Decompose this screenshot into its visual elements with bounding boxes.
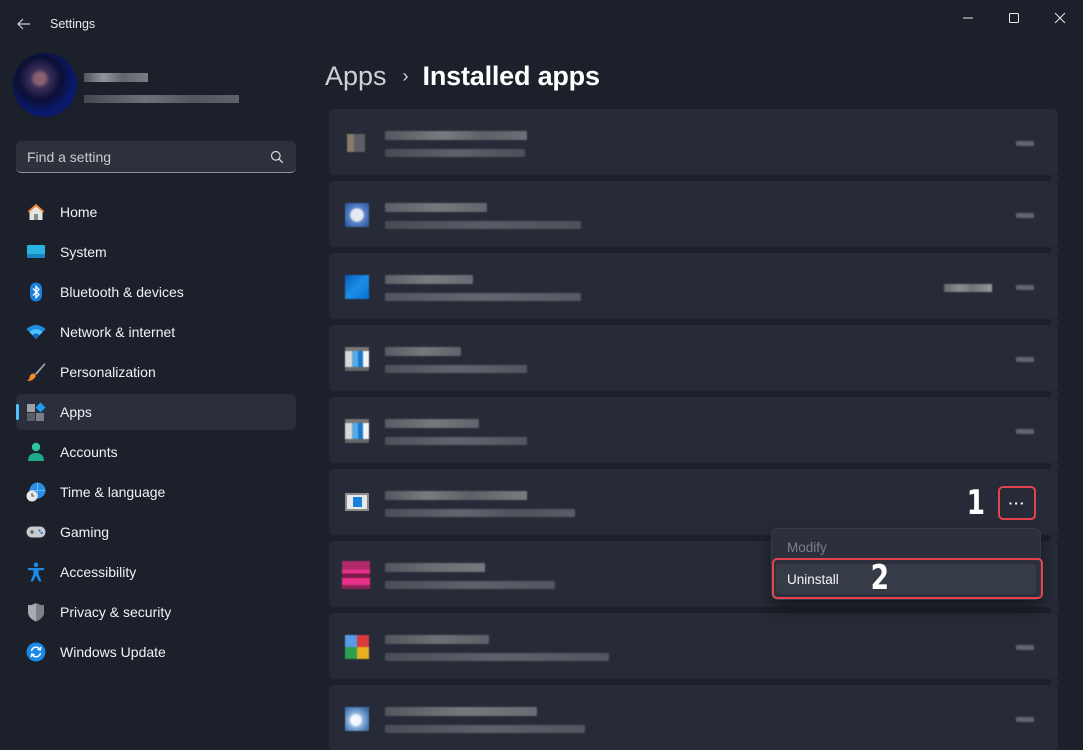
app-list-item[interactable] <box>329 613 1058 685</box>
app-list-item[interactable] <box>329 685 1058 750</box>
app-name-blurred <box>385 491 527 500</box>
more-options-button[interactable] <box>1016 357 1034 362</box>
arrow-left-icon <box>17 18 30 30</box>
brush-icon <box>27 363 46 382</box>
accessibility-icon <box>28 562 44 582</box>
profile-name-blurred <box>84 73 148 82</box>
back-button[interactable] <box>12 12 36 36</box>
app-name-blurred <box>385 275 473 284</box>
breadcrumb: Apps › Installed apps <box>325 58 600 94</box>
app-name-blurred <box>385 419 479 428</box>
app-name-blurred <box>385 203 487 212</box>
more-options-button[interactable] <box>1016 213 1034 218</box>
app-details-blurred <box>385 581 555 589</box>
settings-window: Settings Home System Bluetooth & devices <box>0 0 1083 750</box>
sidebar-item-gaming[interactable]: Gaming <box>16 514 296 550</box>
maximize-button[interactable] <box>991 4 1037 32</box>
app-name-blurred <box>385 131 527 140</box>
annotation-step-2: 2 <box>870 558 890 598</box>
user-avatar[interactable] <box>13 53 77 117</box>
more-options-button[interactable]: ··· <box>998 486 1036 520</box>
sidebar-item-personalization[interactable]: Personalization <box>16 354 296 390</box>
app-name-blurred <box>385 563 485 572</box>
search-box[interactable] <box>16 141 296 173</box>
search-input[interactable] <box>16 148 256 165</box>
app-icon <box>345 635 369 659</box>
app-icon <box>345 203 369 227</box>
app-icon <box>345 419 369 443</box>
app-details-blurred <box>385 149 525 157</box>
wifi-icon <box>26 325 46 339</box>
sidebar-item-time-language[interactable]: Time & language <box>16 474 296 510</box>
shield-icon <box>28 603 44 622</box>
sidebar-item-bluetooth[interactable]: Bluetooth & devices <box>16 274 296 310</box>
breadcrumb-separator: › <box>402 65 409 86</box>
person-icon <box>28 442 44 461</box>
breadcrumb-apps-link[interactable]: Apps <box>325 61 387 92</box>
app-icon <box>345 275 369 299</box>
update-icon <box>26 642 46 662</box>
sidebar-item-network[interactable]: Network & internet <box>16 314 296 350</box>
system-icon <box>27 245 45 258</box>
app-details-blurred <box>385 653 609 661</box>
app-name-blurred <box>385 707 537 716</box>
installed-apps-list: 1 ··· <box>329 109 1058 750</box>
minimize-icon <box>963 17 973 19</box>
sidebar-item-accessibility[interactable]: Accessibility <box>16 554 296 590</box>
more-options-button[interactable] <box>1016 285 1034 290</box>
gamepad-icon <box>26 526 46 538</box>
app-list-item[interactable] <box>329 325 1058 397</box>
app-title: Settings <box>50 17 96 31</box>
home-icon <box>27 204 45 220</box>
app-icon <box>342 561 370 589</box>
sidebar-item-system[interactable]: System <box>16 234 296 270</box>
sidebar-item-home[interactable]: Home <box>16 194 296 230</box>
app-list-item[interactable] <box>329 397 1058 469</box>
app-list-item-selected[interactable]: 1 ··· <box>329 469 1058 541</box>
more-options-button[interactable] <box>1016 645 1034 650</box>
app-details-blurred <box>385 509 575 517</box>
app-icon <box>345 493 369 511</box>
app-list-item[interactable] <box>329 109 1058 181</box>
sidebar-item-privacy[interactable]: Privacy & security <box>16 594 296 630</box>
app-icon <box>347 134 365 152</box>
sidebar-item-windows-update[interactable]: Windows Update <box>16 634 296 670</box>
title-bar: Settings <box>0 0 1083 48</box>
sidebar-item-accounts[interactable]: Accounts <box>16 434 296 470</box>
app-name-blurred <box>385 635 489 644</box>
app-details-blurred <box>385 437 527 445</box>
annotation-highlight-uninstall <box>772 558 1043 599</box>
more-options-button[interactable] <box>1016 141 1034 146</box>
more-options-button[interactable] <box>1016 429 1034 434</box>
maximize-icon <box>1009 13 1019 23</box>
close-button[interactable] <box>1037 4 1083 32</box>
page-title: Installed apps <box>422 60 600 91</box>
annotation-step-1: 1 <box>966 483 986 523</box>
minimize-button[interactable] <box>945 4 991 32</box>
search-icon[interactable] <box>270 150 284 164</box>
profile-email-blurred <box>84 95 239 103</box>
app-details-blurred <box>385 221 581 229</box>
app-details-blurred <box>385 725 585 733</box>
close-icon <box>1054 12 1066 24</box>
globe-clock-icon <box>26 482 46 502</box>
app-icon <box>345 707 369 731</box>
sidebar-item-apps[interactable]: Apps <box>16 394 296 430</box>
app-name-blurred <box>385 347 461 356</box>
app-details-blurred <box>385 365 527 373</box>
app-details-blurred <box>385 293 581 301</box>
app-icon <box>345 347 369 371</box>
app-list-item[interactable] <box>329 253 1058 325</box>
app-list-item[interactable] <box>329 181 1058 253</box>
apps-icon <box>27 402 46 421</box>
more-options-button[interactable] <box>1016 717 1034 722</box>
app-size-blurred <box>944 284 992 292</box>
sidebar-nav: Home System Bluetooth & devices Network … <box>16 194 296 674</box>
bluetooth-icon <box>30 282 42 302</box>
